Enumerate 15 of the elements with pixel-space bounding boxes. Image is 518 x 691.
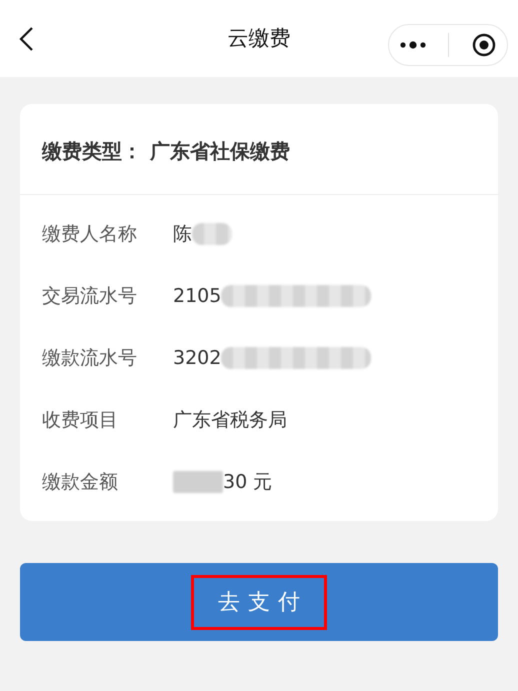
field-value: 广东省税务局: [173, 408, 287, 433]
page-title: 云缴费: [228, 24, 290, 52]
field-value: 30 元: [223, 470, 272, 495]
type-label: 缴费类型：: [42, 138, 142, 165]
field-label: 缴款金额: [42, 470, 119, 495]
more-icon[interactable]: [400, 41, 426, 49]
field-label: 收费项目: [42, 408, 119, 433]
field-label: 缴款流水号: [42, 346, 138, 371]
field-value: 2105: [173, 284, 222, 309]
field-label: 缴费人名称: [42, 222, 138, 247]
field-label: 交易流水号: [42, 284, 138, 309]
field-value: 3202: [173, 346, 222, 371]
pay-button[interactable]: 去支付: [20, 563, 498, 641]
field-value: 陈: [173, 222, 192, 247]
type-value: 广东省社保缴费: [150, 138, 290, 165]
